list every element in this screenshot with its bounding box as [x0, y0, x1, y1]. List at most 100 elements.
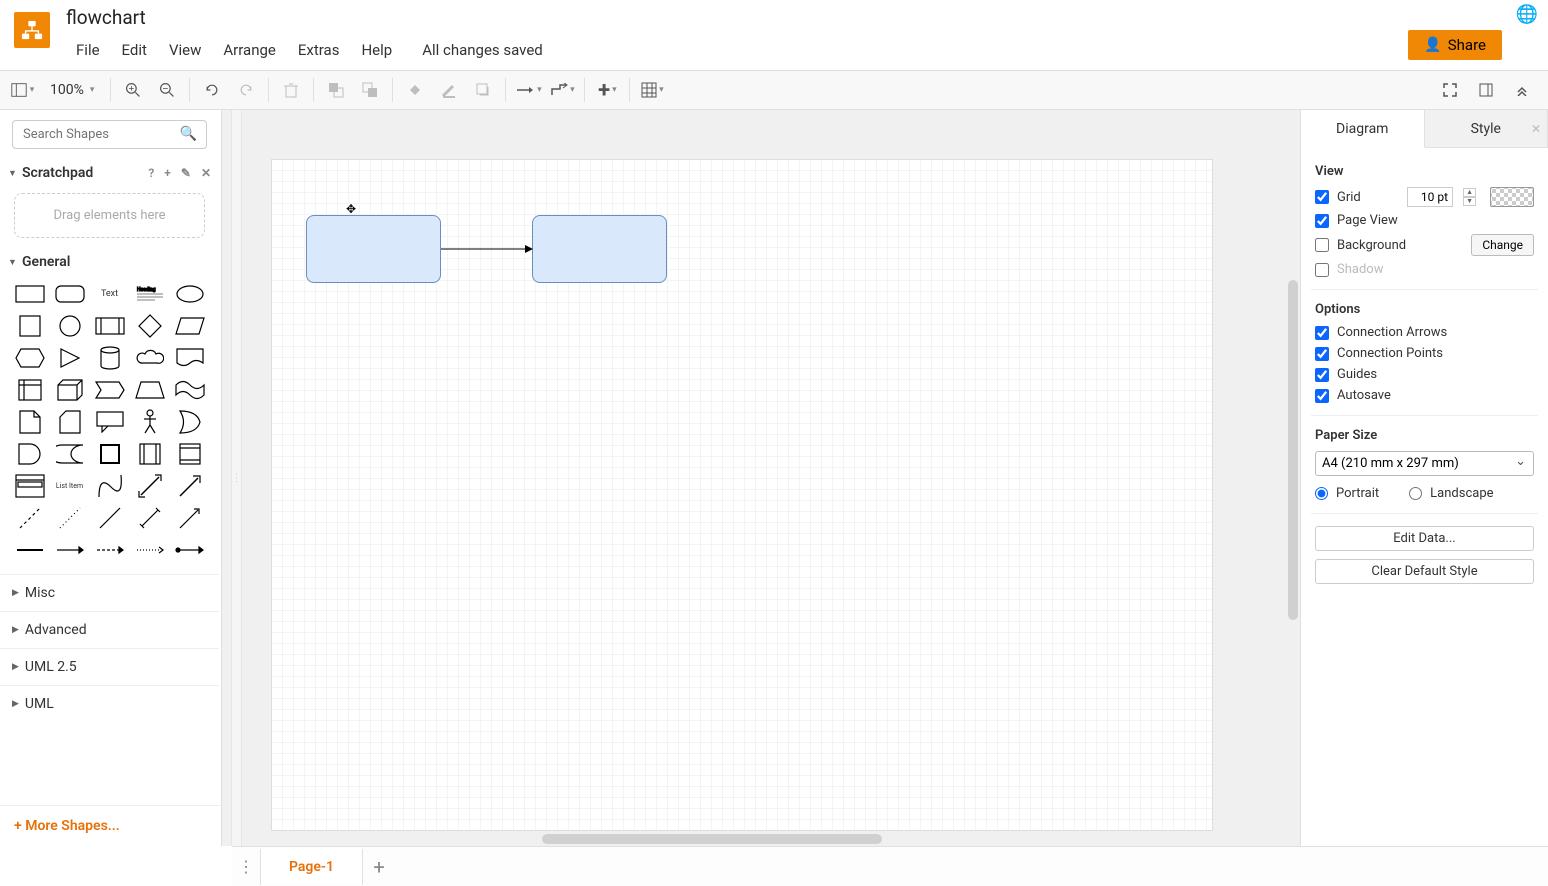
shadow-button[interactable]	[467, 74, 499, 106]
shape-square[interactable]	[12, 312, 48, 340]
grid-checkbox[interactable]	[1315, 190, 1329, 204]
close-icon[interactable]: ✕	[1531, 122, 1541, 136]
page-tab-1[interactable]: Page-1	[260, 849, 363, 885]
line-color-button[interactable]	[433, 74, 465, 106]
tab-diagram[interactable]: Diagram	[1301, 110, 1425, 148]
shape-link-segment[interactable]	[172, 536, 208, 564]
shape-triangle[interactable]	[52, 344, 88, 372]
menu-file[interactable]: File	[66, 37, 110, 63]
grid-color-button[interactable]	[1490, 187, 1534, 207]
insert-button[interactable]: +▾	[591, 74, 623, 106]
format-panel-toggle[interactable]	[1470, 74, 1502, 106]
shape-internal-storage[interactable]	[12, 376, 48, 404]
orientation-landscape-radio[interactable]	[1409, 487, 1422, 500]
language-icon[interactable]: 🌐	[1516, 4, 1538, 25]
zoom-select[interactable]: 100%▾	[40, 78, 104, 102]
shape-list-item[interactable]: List Item	[52, 472, 88, 500]
shape-and[interactable]	[12, 440, 48, 468]
app-logo[interactable]	[14, 12, 50, 48]
document-title[interactable]: flowchart	[66, 6, 553, 29]
to-back-button[interactable]	[354, 74, 386, 106]
category-advanced[interactable]: ▶Advanced	[0, 611, 219, 648]
collapse-toolbar-button[interactable]	[1506, 74, 1538, 106]
scratchpad-dropzone[interactable]: Drag elements here	[14, 193, 205, 238]
category-misc[interactable]: ▶Misc	[0, 574, 219, 611]
diagram-node-2[interactable]	[532, 215, 667, 283]
search-shapes-input[interactable]	[12, 120, 207, 149]
shape-curve[interactable]	[92, 472, 128, 500]
scratchpad-close-icon[interactable]: ✕	[201, 166, 211, 180]
shape-card[interactable]	[52, 408, 88, 436]
scratchpad-header[interactable]: ▼ Scratchpad ? + ✎ ✕	[0, 159, 219, 187]
shadow-checkbox[interactable]	[1315, 263, 1329, 277]
diagram-edge[interactable]	[441, 242, 536, 256]
orientation-portrait-radio[interactable]	[1315, 487, 1328, 500]
shape-link-dashed-arrow[interactable]	[92, 536, 128, 564]
shape-circle[interactable]	[52, 312, 88, 340]
scratchpad-edit-icon[interactable]: ✎	[181, 166, 191, 180]
shape-arrow[interactable]	[172, 472, 208, 500]
shape-callout[interactable]	[92, 408, 128, 436]
shape-dotted-line[interactable]	[52, 504, 88, 532]
grid-size-input[interactable]	[1407, 187, 1453, 207]
connection-style-button[interactable]: ▾	[512, 74, 544, 106]
sidebar-scroll-track[interactable]	[222, 110, 232, 846]
tab-style[interactable]: Style✕	[1425, 110, 1548, 147]
grid-step-down[interactable]: ▼	[1463, 197, 1476, 206]
paper-size-select[interactable]: A4 (210 mm x 297 mm)	[1315, 451, 1534, 476]
shape-textbox[interactable]: Heading	[132, 280, 168, 308]
fullscreen-button[interactable]	[1434, 74, 1466, 106]
category-uml[interactable]: ▶UML	[0, 685, 219, 722]
shape-diamond[interactable]	[132, 312, 168, 340]
shape-tape[interactable]	[172, 376, 208, 404]
shape-data-storage[interactable]	[52, 440, 88, 468]
delete-button[interactable]	[275, 74, 307, 106]
shape-container[interactable]	[92, 440, 128, 468]
canvas[interactable]: ✥	[242, 110, 1300, 846]
guides-checkbox[interactable]	[1315, 368, 1329, 382]
shape-cylinder[interactable]	[92, 344, 128, 372]
shape-parallelogram[interactable]	[172, 312, 208, 340]
redo-button[interactable]	[230, 74, 262, 106]
shape-text[interactable]: Text	[92, 280, 128, 308]
shape-hexagon[interactable]	[12, 344, 48, 372]
shape-link-simple[interactable]	[12, 536, 48, 564]
background-checkbox[interactable]	[1315, 238, 1329, 252]
autosave-checkbox[interactable]	[1315, 389, 1329, 403]
menu-view[interactable]: View	[159, 37, 211, 63]
shape-directional-connector[interactable]	[172, 504, 208, 532]
edit-data-button[interactable]: Edit Data...	[1315, 526, 1534, 551]
undo-button[interactable]	[196, 74, 228, 106]
zoom-in-button[interactable]	[117, 74, 149, 106]
shape-document[interactable]	[172, 344, 208, 372]
shape-dashed-line[interactable]	[12, 504, 48, 532]
shape-cube[interactable]	[52, 376, 88, 404]
share-button[interactable]: 👤 Share	[1408, 30, 1502, 60]
shape-note[interactable]	[12, 408, 48, 436]
menu-help[interactable]: Help	[351, 37, 402, 63]
pages-menu-button[interactable]: ⋮	[232, 857, 260, 876]
shape-frame-horizontal[interactable]	[172, 440, 208, 468]
conn-arrows-checkbox[interactable]	[1315, 326, 1329, 340]
clear-default-style-button[interactable]: Clear Default Style	[1315, 559, 1534, 584]
pageview-checkbox[interactable]	[1315, 214, 1329, 228]
more-shapes-button[interactable]: + More Shapes...	[0, 805, 221, 846]
canvas-vertical-scrollbar[interactable]	[1288, 280, 1298, 620]
shape-bidirectional-connector[interactable]	[132, 504, 168, 532]
sidebar-resize-handle[interactable]: ⋮	[232, 110, 242, 846]
fill-color-button[interactable]	[399, 74, 431, 106]
shape-or[interactable]	[172, 408, 208, 436]
menu-extras[interactable]: Extras	[288, 37, 350, 63]
shape-rounded-rectangle[interactable]	[52, 280, 88, 308]
view-sidebar-toggle[interactable]: ▾	[6, 74, 38, 106]
general-header[interactable]: ▼ General	[0, 248, 219, 276]
diagram-node-1[interactable]	[306, 215, 441, 283]
table-button[interactable]: ▾	[636, 74, 668, 106]
shape-frame-vertical[interactable]	[132, 440, 168, 468]
shape-link-dotted[interactable]	[132, 536, 168, 564]
shape-link-arrow[interactable]	[52, 536, 88, 564]
shape-process[interactable]	[92, 312, 128, 340]
canvas-horizontal-scrollbar[interactable]	[542, 834, 882, 844]
shape-ellipse[interactable]	[172, 280, 208, 308]
add-page-button[interactable]: +	[363, 855, 395, 879]
